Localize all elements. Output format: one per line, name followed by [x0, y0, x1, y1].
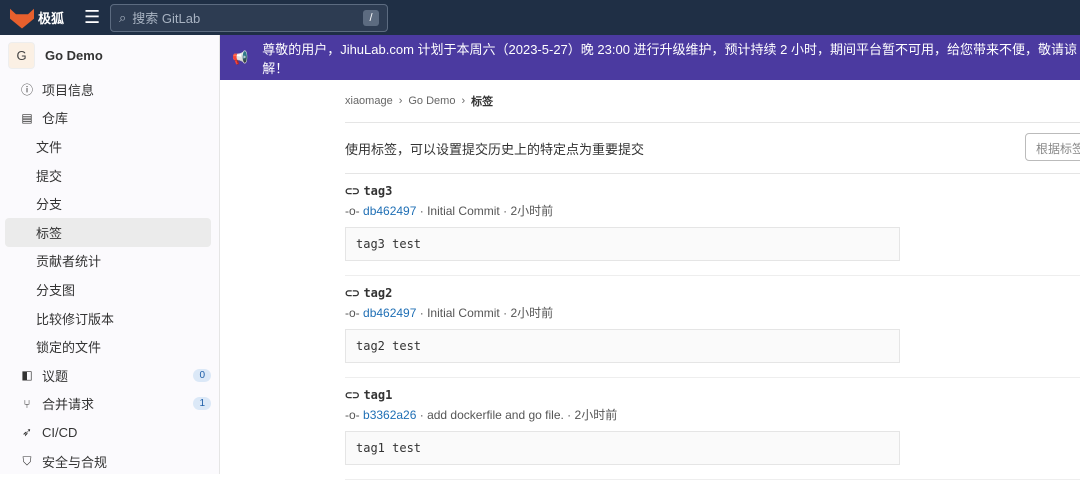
sidebar-item[interactable]: 标签 [5, 217, 211, 247]
megaphone-icon: 📢 [232, 49, 249, 65]
sidebar-item[interactable]: 比较修订版本 [5, 304, 211, 333]
tag-row: ⊂⊃ tag1 -o- b3362a26 · add dockerfile and… [345, 378, 1080, 480]
commit-icon: -o- [345, 204, 360, 218]
announcement-banner: 📢 尊敬的用户，JihuLab.com 计划于本周六（2023-5-27）晚 23… [220, 35, 1080, 80]
sidebar-item-label: 仓库 [42, 111, 69, 127]
commit-sha-link[interactable]: db462497 [363, 204, 416, 218]
commit-icon: -o- [345, 306, 360, 320]
main-content: xiaomage › Go Demo › 标签 使用标签，可以设置提交历史上的特定点… [345, 80, 1080, 480]
search-icon: ⌕ [119, 9, 127, 25]
count-badge: 0 [193, 368, 211, 382]
sidebar: G Go Demo ⓘ 项目信息 ▤ 仓库文件提交分支标签贡献者统计分支图比较修订版本锁… [0, 35, 220, 474]
sidebar-item[interactable]: ◧ 议题 0 [5, 361, 211, 390]
breadcrumb-link[interactable]: Go Demo [408, 95, 455, 107]
logo-text: 极狐 [38, 11, 65, 26]
tag-name[interactable]: tag3 [363, 184, 392, 198]
tag-icon: ⊂⊃ [345, 286, 360, 300]
commit-sha-link[interactable]: db462497 [363, 306, 416, 320]
sidebar-item[interactable]: 提交 [5, 161, 211, 190]
tag-row: ⊂⊃ tag3 -o- db462497 · Initial Commit · 2… [345, 174, 1080, 276]
sidebar-item-label: 议题 [42, 368, 69, 384]
sidebar-item[interactable]: 贡献者统计 [5, 247, 211, 276]
tag-row: ⊂⊃ tag2 -o- db462497 · Initial Commit · 2… [345, 276, 1080, 378]
sidebar-item-label: 文件 [36, 139, 63, 155]
search-placeholder: 搜索 GitLab [132, 11, 201, 26]
sidebar-item[interactable]: ⛉ 安全与合规 [5, 447, 211, 476]
sidebar-item-label: 项目信息 [42, 82, 95, 98]
count-badge: 1 [193, 397, 211, 411]
tag-icon: ⊂⊃ [345, 184, 360, 198]
sidebar-item-label: 合并请求 [42, 397, 95, 413]
sidebar-item[interactable]: ➶ CI/CD [5, 418, 211, 447]
tag-icon: ⊂⊃ [345, 388, 360, 402]
tag-name[interactable]: tag2 [363, 286, 392, 300]
page-description: 使用标签，可以设置提交历史上的特定点为重要提交 [345, 141, 645, 157]
avatar: G [8, 41, 35, 69]
sidebar-item-label: 提交 [36, 168, 63, 184]
project-header[interactable]: G Go Demo [0, 35, 219, 75]
commit-sha-link[interactable]: b3362a26 [363, 408, 416, 422]
tag-message: tag2 test [345, 329, 900, 363]
filter-input[interactable]: 根据标签名称过滤 [1025, 133, 1080, 161]
sidebar-item-label: 标签 [36, 225, 63, 241]
tag-message: tag1 test [345, 431, 900, 465]
issues-icon: ◧ [21, 368, 33, 383]
sidebar-item-label: CI/CD [42, 424, 78, 440]
sidebar-item[interactable]: ▤ 仓库 [5, 104, 211, 133]
tag-message: tag3 test [345, 227, 900, 261]
shortcut-hint: / [363, 9, 380, 26]
commit-time: 2小时前 [510, 306, 554, 320]
sidebar-item[interactable]: 锁定的文件 [5, 332, 211, 361]
sidebar-item-label: 锁定的文件 [36, 340, 102, 356]
breadcrumb-link[interactable]: xiaomage [345, 95, 393, 107]
tag-name[interactable]: tag1 [363, 388, 392, 402]
breadcrumb: xiaomage › Go Demo › 标签 [345, 95, 494, 108]
commit-time: 2小时前 [510, 204, 554, 218]
sidebar-item[interactable]: ⓘ 项目信息 [5, 75, 211, 104]
sidebar-item[interactable]: 分支 [5, 189, 211, 218]
logo[interactable]: 极狐 [10, 7, 64, 29]
project-name: Go Demo [45, 47, 103, 63]
commit-title[interactable]: Initial Commit [427, 204, 500, 218]
merge-icon: ⑂ [23, 396, 31, 411]
commit-time: 2小时前 [574, 408, 618, 422]
commit-title[interactable]: add dockerfile and go file. [427, 408, 564, 422]
sidebar-item[interactable]: ⑂ 合并请求 1 [5, 390, 211, 419]
commit-title[interactable]: Initial Commit [427, 306, 500, 320]
sidebar-item[interactable]: 分支图 [5, 275, 211, 304]
menu-icon[interactable]: ☰ [84, 7, 100, 28]
search-input[interactable]: ⌕ 搜索 GitLab / [110, 3, 389, 32]
sidebar-item-label: 分支图 [36, 282, 76, 298]
rocket-icon: ➶ [21, 425, 33, 440]
sidebar-item-label: 比较修订版本 [36, 311, 115, 327]
top-bar: 极狐 ☰ ⌕ 搜索 GitLab / [0, 0, 1080, 35]
sidebar-item-label: 分支 [36, 197, 63, 213]
shield-icon: ⛉ [22, 453, 32, 468]
breadcrumb-current: 标签 [471, 96, 494, 108]
commit-icon: -o- [345, 408, 360, 422]
info-icon: ⓘ [20, 82, 33, 97]
banner-text: 尊敬的用户，JihuLab.com 计划于本周六（2023-5-27）晚 23:… [262, 41, 1077, 76]
fox-logo-icon [10, 8, 34, 29]
repo-icon: ▤ [21, 110, 33, 125]
sidebar-item[interactable]: 文件 [5, 132, 211, 161]
sidebar-item-label: 安全与合规 [42, 454, 108, 470]
sidebar-item-label: 贡献者统计 [36, 254, 102, 270]
